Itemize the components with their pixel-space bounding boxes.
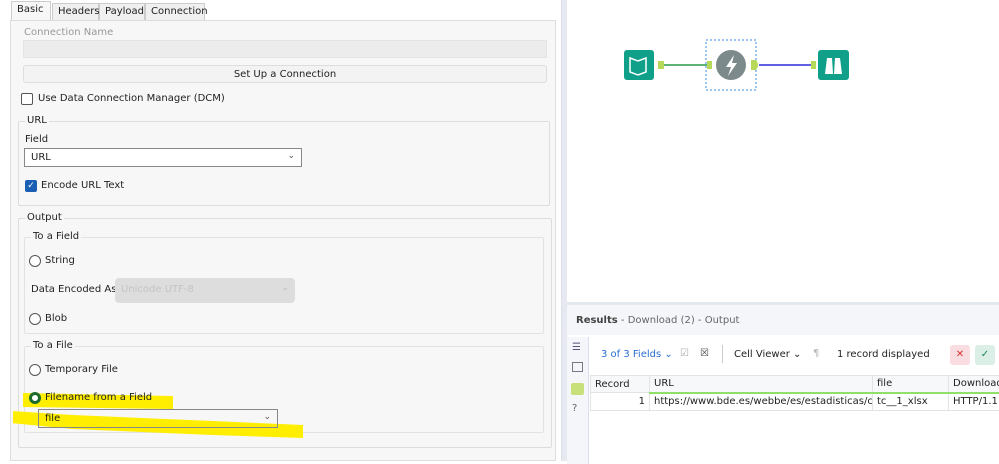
- cell-url[interactable]: https://www.bde.es/webbe/es/estadisticas…: [650, 393, 873, 411]
- chevron-down-icon: ⌄: [281, 283, 289, 293]
- tab-connection[interactable]: Connection: [145, 3, 205, 20]
- input-data-tool[interactable]: [624, 50, 654, 80]
- url-field-select[interactable]: URL ⌄: [24, 148, 302, 167]
- tab-basic[interactable]: Basic: [11, 1, 51, 21]
- table-row[interactable]: 1 https://www.bde.es/webbe/es/estadistic…: [591, 393, 999, 411]
- basic-tab-body: Connection Name Set Up a Connection Use …: [10, 20, 556, 461]
- data-encoded-label: Data Encoded As: [31, 284, 116, 295]
- browse-tool[interactable]: [818, 50, 849, 80]
- pilcrow-icon[interactable]: ¶: [813, 348, 819, 359]
- results-header: Results - Download (2) - Output: [567, 305, 999, 335]
- filename-from-field-label: Filename from a Field: [45, 392, 152, 403]
- output-anchor: [658, 61, 664, 69]
- results-title: Results: [576, 315, 618, 326]
- list-icon[interactable]: ☰: [572, 342, 581, 353]
- data-encoded-value: Unicode UTF-8: [121, 284, 194, 295]
- results-subtitle: - Download (2) - Output: [621, 315, 740, 326]
- cell-viewer-dropdown[interactable]: Cell Viewer ⌄: [734, 349, 801, 360]
- connection-name-input[interactable]: [23, 40, 547, 58]
- filename-from-field-radio[interactable]: [29, 392, 41, 404]
- url-field-value: URL: [31, 152, 51, 163]
- column-header-file[interactable]: file: [873, 376, 949, 393]
- workflow-canvas[interactable]: [567, 0, 999, 299]
- cell-viewer-label: Cell Viewer: [734, 349, 790, 360]
- record-count: 1 record displayed: [837, 349, 930, 360]
- connection-name-label: Connection Name: [24, 27, 113, 38]
- temporary-file-label: Temporary File: [45, 364, 118, 375]
- to-file-legend: To a File: [31, 340, 75, 351]
- output-anchor: [751, 60, 758, 70]
- fields-dropdown[interactable]: 3 of 3 Fields ⌄: [601, 349, 673, 360]
- tab-headers[interactable]: Headers: [52, 3, 99, 20]
- data-icon[interactable]: [571, 383, 584, 395]
- input-anchor: [707, 61, 712, 69]
- metadata-icon[interactable]: [572, 362, 583, 372]
- chevron-down-icon: ⌄: [287, 151, 295, 161]
- data-encoded-select: Unicode UTF-8 ⌄: [115, 278, 295, 303]
- toolbar-divider: [722, 345, 723, 363]
- results-side-toolbar: ☰ ?: [567, 337, 589, 464]
- column-header-downloadheaders[interactable]: DownloadH: [949, 376, 999, 393]
- url-legend: URL: [25, 115, 49, 126]
- close-icon[interactable]: ✕: [950, 345, 970, 365]
- filename-field-select[interactable]: file ⌄: [38, 409, 278, 428]
- results-table: Record URL file DownloadH 1 https://www.…: [590, 375, 999, 411]
- tab-payload[interactable]: Payload: [99, 3, 145, 20]
- to-file-group: To a File Temporary File Filename from a…: [24, 346, 544, 433]
- output-legend: Output: [25, 212, 64, 223]
- string-label: String: [45, 255, 75, 266]
- blob-label: Blob: [45, 313, 67, 324]
- string-radio[interactable]: [29, 255, 41, 267]
- field-label: Field: [25, 134, 48, 145]
- cell-record[interactable]: 1: [591, 393, 650, 411]
- filename-field-value: file: [45, 413, 60, 424]
- cell-file[interactable]: tc__1_xlsx: [873, 393, 949, 411]
- chevron-down-icon: ⌄: [263, 412, 271, 422]
- check-icon[interactable]: ✓: [975, 345, 995, 365]
- cell-downloadheaders[interactable]: HTTP/1.1 20: [949, 393, 999, 411]
- set-up-connection-button[interactable]: Set Up a Connection: [23, 65, 547, 83]
- deselect-icon[interactable]: ☒: [700, 348, 709, 359]
- encode-url-checkbox[interactable]: ✓: [25, 180, 37, 192]
- encode-url-label: Encode URL Text: [41, 180, 124, 191]
- url-group: URL Field URL ⌄ ✓ Encode URL Text: [18, 121, 550, 206]
- help-icon[interactable]: ?: [572, 403, 577, 414]
- dcm-label: Use Data Connection Manager (DCM): [38, 93, 225, 104]
- dcm-checkbox[interactable]: [21, 93, 33, 105]
- download-tool[interactable]: [716, 50, 746, 80]
- output-group: Output To a Field String Data Encoded As…: [18, 218, 552, 448]
- temporary-file-radio[interactable]: [29, 364, 41, 376]
- column-header-url[interactable]: URL: [650, 376, 873, 393]
- configuration-panel: Basic Headers Payload Connection Connect…: [0, 0, 562, 461]
- input-anchor: [811, 61, 816, 69]
- to-field-legend: To a Field: [31, 231, 81, 242]
- blob-radio[interactable]: [29, 313, 41, 325]
- column-header-record[interactable]: Record: [591, 376, 650, 393]
- to-field-group: To a Field String Data Encoded As Unicod…: [24, 237, 544, 334]
- fields-label: 3 of 3 Fields: [601, 349, 661, 360]
- select-all-icon[interactable]: ☑: [680, 348, 689, 359]
- results-panel: Results - Download (2) - Output ☰ ? 3 of…: [567, 302, 999, 461]
